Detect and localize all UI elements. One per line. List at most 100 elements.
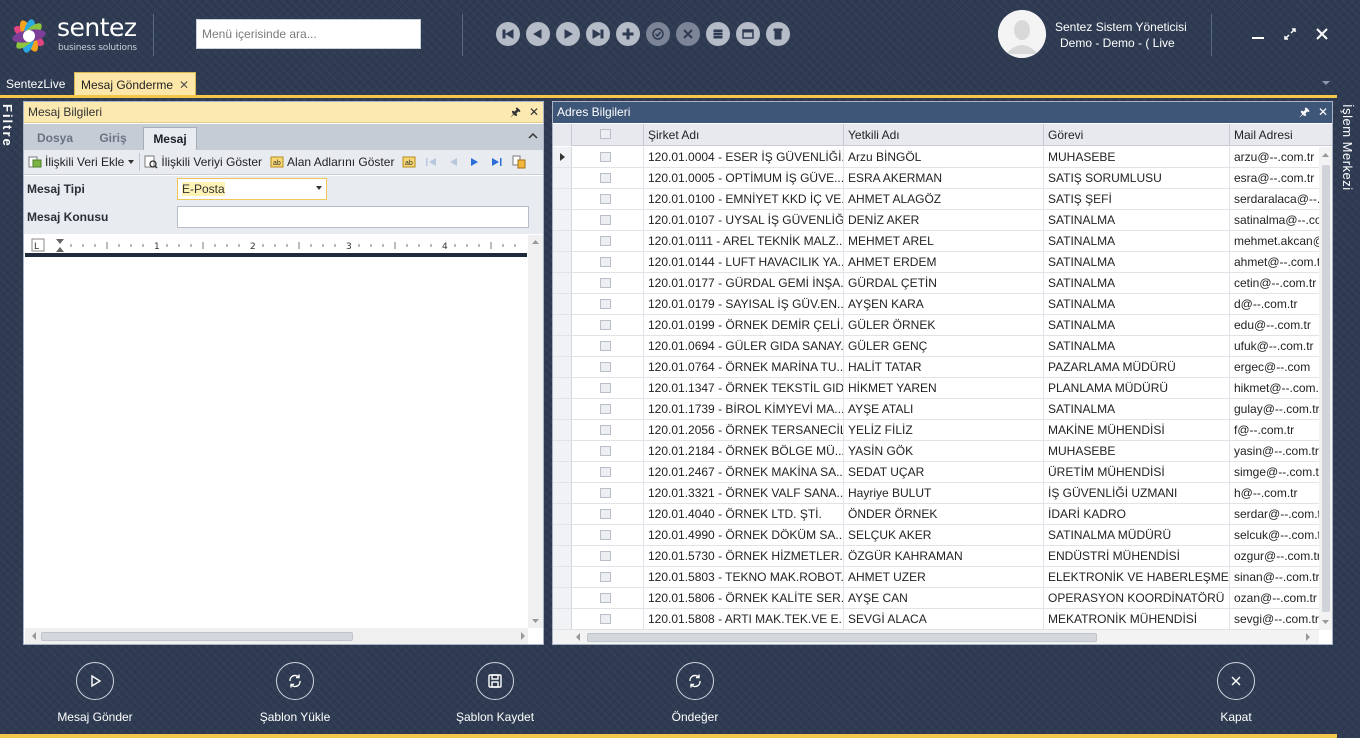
close-tab-icon[interactable]: ✕ (179, 78, 189, 92)
iliskili-veriyi-goster-button[interactable]: İlişkili Veriyi Göster (140, 151, 266, 173)
scroll-left-icon[interactable] (573, 630, 583, 644)
table-row[interactable]: 120.01.5730 - ÖRNEK HİZMETLER... ÖZGÜR KA… (553, 546, 1321, 567)
table-row[interactable]: 120.01.0004 - ESER İŞ GÜVENLİĞİ... Arzu B… (553, 147, 1321, 168)
table-row[interactable]: 120.01.1347 - ÖRNEK TEKSTİL GID... HİKMET… (553, 378, 1321, 399)
column-header-sirket-adi[interactable]: Şirket Adı (644, 124, 844, 146)
close-panel-icon[interactable]: ✕ (529, 102, 539, 122)
row-indicator[interactable] (553, 462, 572, 482)
row-indicator[interactable] (553, 273, 572, 293)
tab-sentezlive[interactable]: SentezLive (0, 72, 71, 96)
row-indicator[interactable] (553, 210, 572, 230)
tab-overflow-icon[interactable] (1321, 78, 1331, 88)
table-row[interactable]: 120.01.0100 - EMNİYET KKD İÇ VE... AHMET … (553, 189, 1321, 210)
row-indicator[interactable] (553, 336, 572, 356)
list-button[interactable] (706, 22, 730, 46)
row-indicator[interactable] (553, 609, 572, 629)
vertical-scrollbar[interactable] (528, 235, 543, 628)
approve-button[interactable] (646, 22, 670, 46)
row-indicator[interactable] (553, 294, 572, 314)
row-indicator[interactable] (553, 399, 572, 419)
message-editor[interactable] (25, 258, 527, 628)
row-indicator[interactable] (553, 441, 572, 461)
row-indicator[interactable] (553, 567, 572, 587)
row-checkbox[interactable] (600, 488, 611, 498)
filtre-side-tab[interactable]: Filtre (0, 104, 15, 148)
row-checkbox[interactable] (600, 509, 611, 519)
add-button[interactable] (616, 22, 640, 46)
table-row[interactable]: 120.01.0764 - ÖRNEK MARİNA TU... HALİT TA… (553, 357, 1321, 378)
last-record-button[interactable] (586, 22, 610, 46)
ribbon-tab-mesaj[interactable]: Mesaj (143, 127, 197, 150)
table-row[interactable]: 120.01.0005 - OPTİMUM İŞ GÜVE... ESRA AKE… (553, 168, 1321, 189)
mesaj-konusu-input[interactable] (177, 206, 529, 228)
scroll-up-icon[interactable] (1319, 150, 1332, 160)
row-checkbox[interactable] (600, 215, 611, 225)
row-checkbox[interactable] (600, 383, 611, 393)
row-indicator[interactable] (553, 483, 572, 503)
highlight-fields-button[interactable]: ab (398, 151, 420, 173)
menu-search-input[interactable] (196, 19, 421, 49)
row-checkbox[interactable] (600, 362, 611, 372)
column-header-yetkili-adi[interactable]: Yetkili Adı (844, 124, 1044, 146)
row-checkbox[interactable] (600, 341, 611, 351)
table-row[interactable]: 120.01.5803 - TEKNO MAK.ROBOT... AHMET UZ… (553, 567, 1321, 588)
row-checkbox[interactable] (600, 194, 611, 204)
previous-record-button[interactable] (526, 22, 550, 46)
scroll-right-icon[interactable] (518, 628, 528, 644)
select-all-checkbox[interactable] (600, 129, 611, 139)
ribbon-tab-giris[interactable]: Giriş (88, 127, 138, 150)
scroll-right-icon[interactable] (1303, 630, 1313, 644)
table-row[interactable]: 120.01.0694 - GÜLER GIDA SANAY... GÜLER G… (553, 336, 1321, 357)
mesaj-tipi-select[interactable]: E-Posta (177, 178, 327, 200)
row-indicator[interactable] (553, 420, 572, 440)
table-row[interactable]: 120.01.5808 - ARTI MAK.TEK.VE E... SEVGİ … (553, 609, 1321, 630)
table-row[interactable]: 120.01.0144 - LUFT HAVACILIK YA... AHMET … (553, 252, 1321, 273)
row-indicator[interactable] (553, 546, 572, 566)
row-checkbox[interactable] (600, 425, 611, 435)
row-checkbox[interactable] (600, 299, 611, 309)
select-all-header[interactable] (572, 124, 644, 146)
chevron-up-icon[interactable] (527, 130, 539, 142)
row-indicator[interactable] (553, 525, 572, 545)
vertical-scrollbar[interactable] (1319, 147, 1332, 630)
row-indicator[interactable] (553, 504, 572, 524)
table-row[interactable]: 120.01.3321 - ÖRNEK VALF SANA... Hayriye … (553, 483, 1321, 504)
table-row[interactable]: 120.01.5806 - ÖRNEK KALİTE SER... AYŞE CA… (553, 588, 1321, 609)
window-button[interactable] (736, 22, 760, 46)
row-indicator[interactable] (553, 378, 572, 398)
close-app-button[interactable] (1310, 22, 1334, 46)
column-header-gorevi[interactable]: Görevi (1044, 124, 1230, 146)
row-checkbox[interactable] (600, 404, 611, 414)
tab-mesaj-gonderme[interactable]: Mesaj Gönderme ✕ (74, 72, 197, 96)
first-record-button[interactable] (496, 22, 520, 46)
row-checkbox[interactable] (600, 593, 611, 603)
row-indicator[interactable] (553, 168, 572, 188)
row-indicator[interactable] (553, 588, 572, 608)
row-checkbox[interactable] (600, 572, 611, 582)
minimize-button[interactable] (1246, 22, 1270, 46)
row-indicator[interactable] (553, 231, 572, 251)
next-record-button[interactable] (464, 151, 486, 173)
table-row[interactable]: 120.01.0111 - AREL TEKNİK MALZ... MEHMET … (553, 231, 1321, 252)
row-checkbox[interactable] (600, 467, 611, 477)
mesaj-gonder-button[interactable]: Mesaj Gönder (35, 662, 155, 724)
table-row[interactable]: 120.01.2056 - ÖRNEK TERSANECİL... YELİZ F… (553, 420, 1321, 441)
ribbon-tab-dosya[interactable]: Dosya (30, 127, 80, 150)
row-checkbox[interactable] (600, 152, 611, 162)
row-checkbox[interactable] (600, 173, 611, 183)
user-avatar[interactable] (998, 10, 1046, 58)
table-row[interactable]: 120.01.0199 - ÖRNEK DEMİR ÇELİ... GÜLER Ö… (553, 315, 1321, 336)
scroll-down-icon[interactable] (1319, 617, 1332, 627)
table-row[interactable]: 120.01.0179 - SAYISAL İŞ GÜV.EN... AYŞEN … (553, 294, 1321, 315)
table-row[interactable]: 120.01.0107 - UYSAL İŞ GÜVENLİĞ... DENİZ … (553, 210, 1321, 231)
table-row[interactable]: 120.01.2467 - ÖRNEK MAKİNA SA... SEDAT UÇ… (553, 462, 1321, 483)
pin-icon[interactable]: 🖈 (510, 102, 521, 122)
table-row[interactable]: 120.01.2184 - ÖRNEK BÖLGE MÜ... YASİN GÖK… (553, 441, 1321, 462)
row-indicator[interactable] (553, 252, 572, 272)
row-checkbox[interactable] (600, 614, 611, 624)
table-row[interactable]: 120.01.0177 - GÜRDAL GEMİ İNŞA... GÜRDAL … (553, 273, 1321, 294)
pin-icon[interactable]: 🖈 (1299, 102, 1310, 122)
row-checkbox[interactable] (600, 446, 611, 456)
row-checkbox[interactable] (600, 236, 611, 246)
scroll-thumb[interactable] (587, 633, 1097, 642)
